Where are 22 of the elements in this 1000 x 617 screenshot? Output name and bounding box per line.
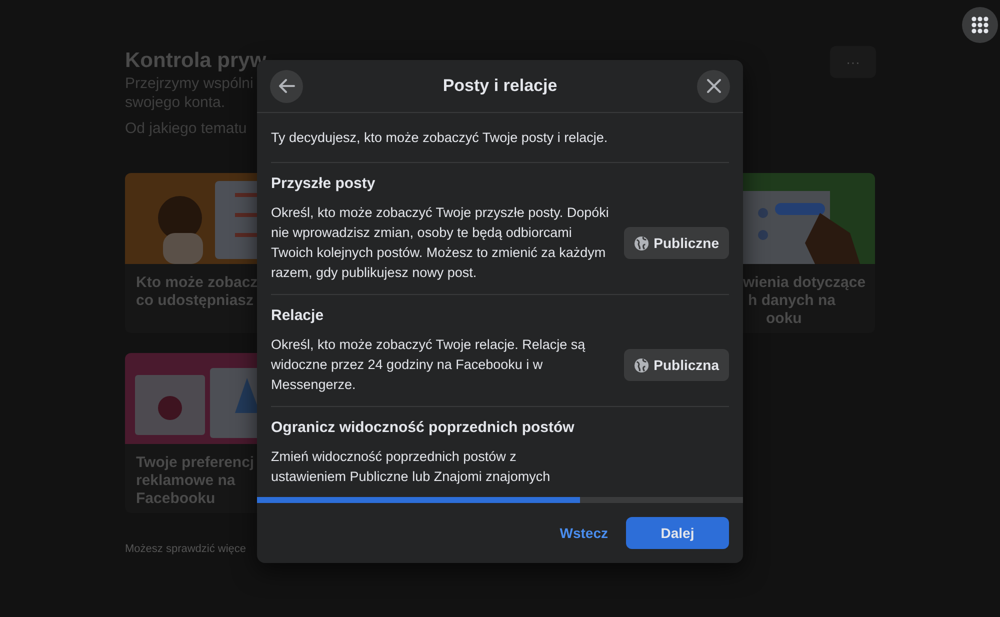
more-button[interactable]: ···: [830, 46, 876, 78]
dialog-title: Posty i relacje: [442, 75, 558, 98]
section-description: Określ, kto może zobaczyć Twoje relacje. Relacje są widoczne przez 24 godziny na Facebooku i w Messengerze.: [271, 336, 586, 394]
section-heading: Ogranicz widoczność poprzednich postów: [271, 418, 576, 438]
section-description: Określ, kto może zobaczyć Twoje przyszłe posty. Dopóki nie wprowadzisz zmian, osoby te będą odbiorcami Twoich kolejnych postów. Możesz to zmienić za każdym razem, gdy publikujesz nowy post.: [271, 204, 610, 282]
section-heading: Przyszłe posty: [271, 174, 376, 194]
back-arrow-icon: [278, 79, 294, 93]
apps-button[interactable]: [962, 7, 998, 43]
globe-icon: [634, 236, 649, 250]
section-description: Zmień widoczność poprzednich postów z ustawieniem Publiczne lub Znajomi znajomych: [271, 448, 552, 486]
section-heading: Relacje: [271, 306, 325, 326]
audience-button[interactable]: Publiczna: [624, 349, 729, 381]
audience-button[interactable]: Publiczne: [624, 227, 729, 259]
intro-text: Ty decydujesz, kto może zobaczyć Twoje posty i relacje.: [271, 113, 729, 163]
back-button[interactable]: [270, 70, 303, 102]
footer-note: Możesz sprawdzić więce: [125, 542, 246, 556]
back-link[interactable]: Wstecz: [560, 522, 608, 544]
globe-icon: [634, 358, 649, 372]
grid-icon: [971, 16, 989, 34]
close-button[interactable]: [697, 70, 730, 102]
next-button[interactable]: Dalej: [626, 517, 729, 549]
close-icon: [706, 79, 720, 93]
